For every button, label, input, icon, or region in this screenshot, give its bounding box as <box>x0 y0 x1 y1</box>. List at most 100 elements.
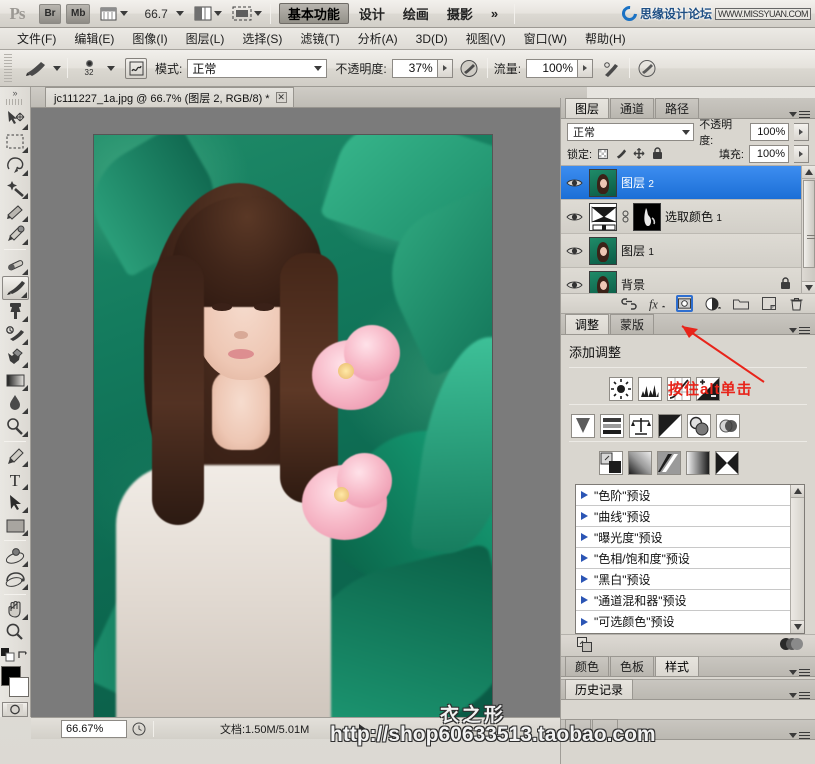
dodge-tool[interactable] <box>2 415 29 438</box>
eye-icon[interactable] <box>563 274 585 294</box>
color-panel-menu-icon[interactable] <box>789 669 810 676</box>
workspace-essentials[interactable]: 基本功能 <box>278 3 349 24</box>
delete-layer-icon[interactable] <box>788 295 805 312</box>
menu-image[interactable]: 图像(I) <box>123 29 176 49</box>
toolbox-grip[interactable] <box>6 99 24 105</box>
tab-history[interactable]: 历史记录 <box>565 679 634 699</box>
brightness-contrast-icon[interactable] <box>609 377 633 401</box>
brushsize-chevron-down-icon[interactable] <box>107 65 115 71</box>
healing-brush-tool[interactable] <box>2 253 29 276</box>
layer-opacity-slider-button[interactable] <box>794 123 809 141</box>
tab-masks[interactable]: 蒙版 <box>610 314 655 334</box>
expand-triangle-icon[interactable] <box>581 575 588 583</box>
screen-mode-button[interactable] <box>232 3 262 25</box>
extra-panel-menu-icon[interactable] <box>789 732 810 739</box>
tab-adjustments[interactable]: 调整 <box>565 314 610 334</box>
eyedropper-tool[interactable] <box>2 223 29 246</box>
link-layers-icon[interactable] <box>620 295 637 312</box>
new-group-icon[interactable] <box>732 295 749 312</box>
eye-icon[interactable] <box>563 240 585 262</box>
eye-icon[interactable] <box>563 206 585 228</box>
document-image[interactable]: 衣之形 <box>93 134 493 717</box>
lock-transparent-pixels-icon[interactable] <box>597 148 609 160</box>
adjustment-layers-icon[interactable] <box>778 637 803 654</box>
toggle-brush-panel-button[interactable] <box>125 57 147 79</box>
document-tab[interactable]: jc111227_1a.jpg @ 66.7% (图层 2, RGB/8) * … <box>45 87 294 107</box>
photo-filter-icon[interactable] <box>687 414 711 438</box>
layer-mask-thumbnail[interactable] <box>633 202 661 231</box>
menu-select[interactable]: 选择(S) <box>233 29 291 49</box>
statusbar-expand-arrow[interactable] <box>359 723 367 734</box>
flow-control[interactable]: 100% <box>526 58 594 78</box>
tab-color[interactable]: 颜色 <box>565 656 610 676</box>
brush-tool[interactable] <box>1 276 29 300</box>
list-item[interactable]: "色相/饱和度"预设 <box>576 548 804 569</box>
default-colors-row[interactable] <box>1 647 29 662</box>
crop-tool[interactable] <box>2 200 29 223</box>
adjustment-thumbnail[interactable] <box>589 202 617 231</box>
channel-mixer-icon[interactable] <box>716 414 740 438</box>
list-item[interactable]: "可选颜色"预设 <box>576 611 804 632</box>
invert-icon[interactable] <box>599 451 623 475</box>
background-color-swatch[interactable] <box>9 676 29 697</box>
workspace-design[interactable]: 设计 <box>351 3 393 24</box>
expand-triangle-icon[interactable] <box>581 491 588 499</box>
workspace-photography[interactable]: 摄影 <box>439 3 481 24</box>
flow-input[interactable]: 100% <box>526 58 579 78</box>
menu-analysis[interactable]: 分析(A) <box>349 29 407 49</box>
new-adjustment-layer-icon[interactable] <box>704 295 721 312</box>
color-balance-icon[interactable] <box>629 414 653 438</box>
black-white-icon[interactable] <box>658 414 682 438</box>
table-row[interactable]: 背景 <box>561 268 815 293</box>
scroll-up-button[interactable] <box>802 166 815 179</box>
table-row[interactable]: 选取颜色 1 <box>561 200 815 234</box>
menu-layer[interactable]: 图层(L) <box>177 29 234 49</box>
list-item[interactable]: "黑白"预设 <box>576 569 804 590</box>
opacity-slider-button[interactable] <box>437 58 453 78</box>
adjustments-panel-menu-icon[interactable] <box>789 327 810 334</box>
opacity-control[interactable]: 37% <box>391 58 453 78</box>
color-swatches[interactable] <box>0 665 30 697</box>
orbit-3d-tool[interactable] <box>2 568 29 591</box>
layer-thumbnail[interactable] <box>589 168 617 197</box>
tab-extra-1[interactable] <box>565 719 591 739</box>
menu-file[interactable]: 文件(F) <box>8 29 65 49</box>
rotate-3d-tool[interactable] <box>2 544 29 567</box>
layer-opacity-input[interactable]: 100% <box>750 123 790 141</box>
marquee-tool[interactable] <box>2 131 29 154</box>
zoom-tool[interactable] <box>2 621 29 644</box>
selective-color-icon[interactable] <box>715 451 739 475</box>
close-icon[interactable]: ✕ <box>275 92 287 103</box>
menu-help[interactable]: 帮助(H) <box>576 29 635 49</box>
blend-mode-select[interactable]: 正常 <box>187 58 328 78</box>
threshold-icon[interactable] <box>657 451 681 475</box>
lasso-tool[interactable] <box>2 154 29 177</box>
expand-triangle-icon[interactable] <box>581 512 588 520</box>
layer-list-scrollbar[interactable] <box>801 166 815 293</box>
rectangle-tool[interactable] <box>2 514 29 537</box>
mini-bridge-button[interactable]: Mb <box>66 3 91 24</box>
scrollbar-thumb[interactable] <box>803 180 815 268</box>
hand-tool[interactable] <box>2 598 29 621</box>
quick-mask-toggle[interactable] <box>2 702 28 718</box>
zoom-chevron-down-icon[interactable] <box>175 11 184 16</box>
blur-tool[interactable] <box>2 392 29 415</box>
clip-to-layer-icon[interactable] <box>577 636 593 655</box>
flow-slider-button[interactable] <box>578 58 594 78</box>
scroll-up-button[interactable] <box>791 485 804 498</box>
lock-image-pixels-icon[interactable] <box>615 148 627 160</box>
mask-link-icon[interactable] <box>621 210 629 224</box>
presets-list[interactable]: "色阶"预设 "曲线"预设 "曝光度"预设 "色相/饱和度"预设 "黑白"预设 <box>575 484 805 634</box>
tab-channels[interactable]: 通道 <box>610 98 655 118</box>
tab-swatches[interactable]: 色板 <box>610 656 655 676</box>
lock-all-icon[interactable] <box>651 147 663 160</box>
brush-preset-picker[interactable] <box>24 58 61 78</box>
expand-triangle-icon[interactable] <box>581 596 588 604</box>
add-layer-mask-icon[interactable] <box>676 295 693 312</box>
pen-tool[interactable] <box>2 445 29 468</box>
layers-panel-menu-icon[interactable] <box>789 111 810 118</box>
layer-thumbnail[interactable] <box>589 236 617 265</box>
type-tool[interactable]: T <box>2 468 29 491</box>
table-row[interactable]: 图层 1 <box>561 234 815 268</box>
tab-layers[interactable]: 图层 <box>565 98 610 118</box>
